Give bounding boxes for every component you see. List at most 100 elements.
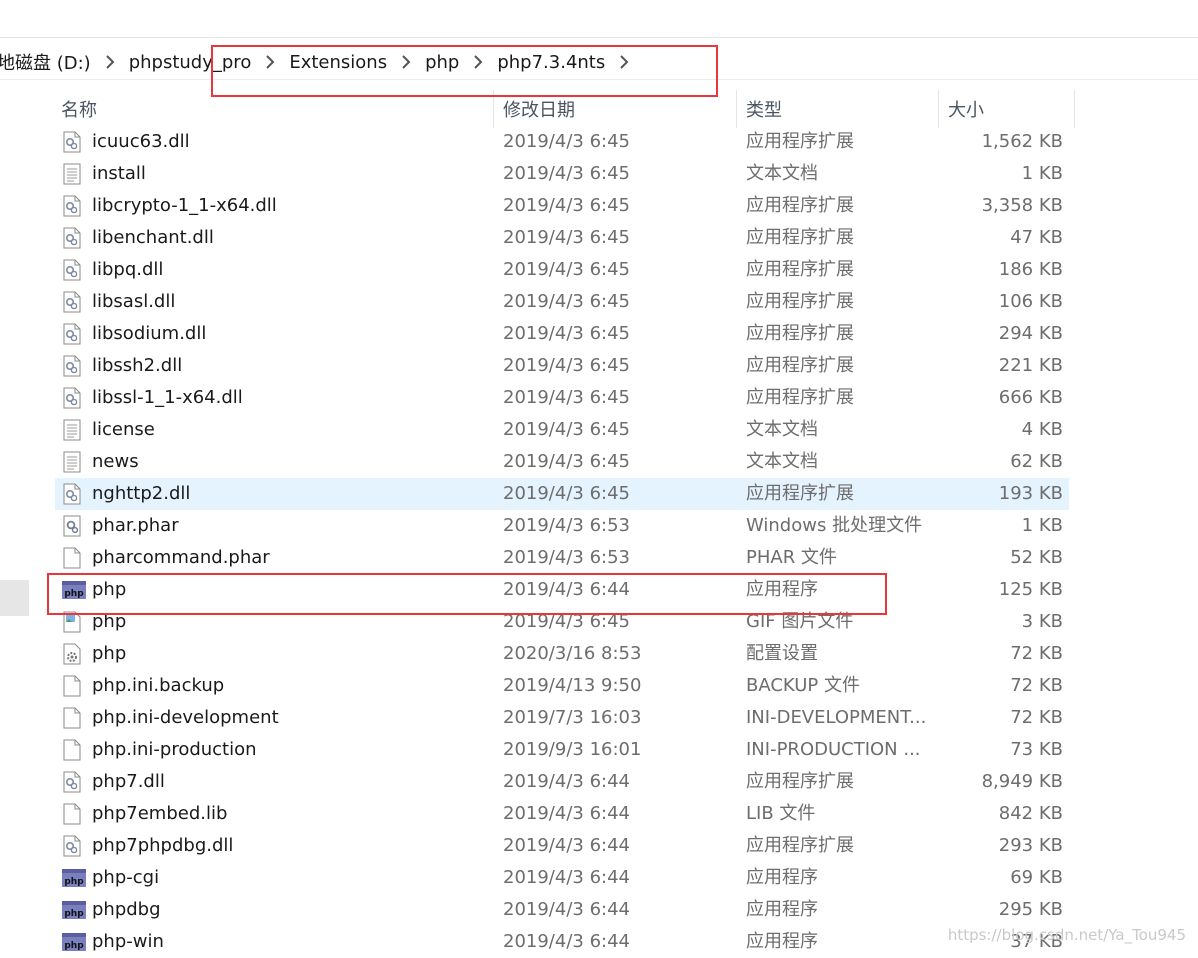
file-name: pharcommand.phar (92, 547, 270, 568)
file-type: 应用程序扩展 (746, 291, 854, 312)
php-exe-icon: php (62, 899, 86, 921)
file-row[interactable]: php php-win 2019/4/3 6:44 应用程序 37 KB (55, 926, 1069, 958)
file-modified-date: 2019/4/3 6:45 (503, 419, 630, 440)
file-size: 125 KB (998, 579, 1063, 600)
blank-file-icon (62, 675, 82, 697)
file-name: php7phpdbg.dll (92, 835, 234, 856)
file-modified-date: 2019/4/3 6:44 (503, 835, 630, 856)
file-row[interactable]: libssh2.dll 2019/4/3 6:45 应用程序扩展 221 KB (55, 350, 1069, 382)
file-type: 应用程序扩展 (746, 323, 854, 344)
file-type: 配置设置 (746, 643, 818, 664)
file-name: php-cgi (92, 867, 160, 888)
file-type: 应用程序扩展 (746, 259, 854, 280)
file-name: php.ini-production (92, 739, 257, 760)
breadcrumb-item[interactable]: 地磁盘 (D:) (0, 49, 94, 75)
file-row[interactable]: libsodium.dll 2019/4/3 6:45 应用程序扩展 294 KB (55, 318, 1069, 350)
text-file-icon (62, 451, 82, 473)
file-modified-date: 2019/4/3 6:44 (503, 867, 630, 888)
file-size: 295 KB (998, 899, 1063, 920)
navigation-pane-highlight[interactable] (0, 580, 29, 616)
file-type: 应用程序 (746, 931, 818, 952)
file-row[interactable]: php7.dll 2019/4/3 6:44 应用程序扩展 8,949 KB (55, 766, 1069, 798)
file-size: 1 KB (1021, 163, 1063, 184)
file-row[interactable]: php7phpdbg.dll 2019/4/3 6:44 应用程序扩展 293 KB (55, 830, 1069, 862)
column-header-size[interactable]: 大小 (948, 90, 984, 128)
svg-text:php: php (64, 909, 84, 919)
file-size: 47 KB (1010, 227, 1063, 248)
file-row[interactable]: php.ini.backup 2019/4/13 9:50 BACKUP 文件 72 … (55, 670, 1069, 702)
file-name: php.ini.backup (92, 675, 225, 696)
file-row[interactable]: php.ini-production 2019/9/3 16:01 INI-PROD… (55, 734, 1069, 766)
file-name: php-win (92, 931, 164, 952)
file-size: 73 KB (1010, 739, 1063, 760)
file-size: 69 KB (1010, 867, 1063, 888)
file-modified-date: 2019/4/3 6:45 (503, 355, 630, 376)
file-type: INI-PRODUCTION ... (746, 739, 921, 760)
file-size: 293 KB (998, 835, 1063, 856)
file-modified-date: 2019/4/3 6:44 (503, 931, 630, 952)
file-row[interactable]: php php-cgi 2019/4/3 6:44 应用程序 69 KB (55, 862, 1069, 894)
file-row[interactable]: license 2019/4/3 6:45 文本文档 4 KB (55, 414, 1069, 446)
file-size: 3 KB (1021, 611, 1063, 632)
file-row[interactable]: phar.phar 2019/4/3 6:53 Windows 批处理文件 1 KB (55, 510, 1069, 542)
file-type: 应用程序扩展 (746, 483, 854, 504)
file-row[interactable]: icuuc63.dll 2019/4/3 6:45 应用程序扩展 1,562 KB (55, 126, 1069, 158)
file-type: 应用程序扩展 (746, 227, 854, 248)
file-row[interactable]: libsasl.dll 2019/4/3 6:45 应用程序扩展 106 KB (55, 286, 1069, 318)
file-name: libsasl.dll (92, 291, 176, 312)
file-row[interactable]: pharcommand.phar 2019/4/3 6:53 PHAR 文件 52 K… (55, 542, 1069, 574)
file-name: php (92, 643, 127, 664)
dll-icon (62, 131, 82, 153)
file-type: 应用程序扩展 (746, 131, 854, 152)
file-modified-date: 2019/4/3 6:45 (503, 163, 630, 184)
file-modified-date: 2019/4/3 6:53 (503, 515, 630, 536)
file-row[interactable]: php.ini-development 2019/7/3 16:03 INI-DEV… (55, 702, 1069, 734)
file-type: 应用程序扩展 (746, 355, 854, 376)
file-row[interactable]: php phpdbg 2019/4/3 6:44 应用程序 295 KB (55, 894, 1069, 926)
file-name: libenchant.dll (92, 227, 214, 248)
dll-icon (62, 195, 82, 217)
file-size: 4 KB (1021, 419, 1063, 440)
file-row[interactable]: libenchant.dll 2019/4/3 6:45 应用程序扩展 47 KB (55, 222, 1069, 254)
file-name: libsodium.dll (92, 323, 207, 344)
text-file-icon (62, 163, 82, 185)
file-row[interactable]: libssl-1_1-x64.dll 2019/4/3 6:45 应用程序扩展 666… (55, 382, 1069, 414)
file-size: 8,949 KB (981, 771, 1063, 792)
file-row[interactable]: php7embed.lib 2019/4/3 6:44 LIB 文件 842 KB (55, 798, 1069, 830)
file-row[interactable]: libpq.dll 2019/4/3 6:45 应用程序扩展 186 KB (55, 254, 1069, 286)
file-row[interactable]: nghttp2.dll 2019/4/3 6:45 应用程序扩展 193 KB (55, 478, 1069, 510)
column-header-name[interactable]: 名称 (61, 90, 97, 128)
column-divider[interactable] (736, 90, 737, 128)
column-divider[interactable] (938, 90, 939, 128)
file-modified-date: 2019/4/3 6:44 (503, 803, 630, 824)
batch-file-icon (62, 515, 82, 537)
file-type: PHAR 文件 (746, 547, 837, 568)
blank-file-icon (62, 547, 82, 569)
file-size: 52 KB (1010, 547, 1063, 568)
dll-icon (62, 259, 82, 281)
chevron-right-icon[interactable] (100, 45, 120, 79)
file-type: INI-DEVELOPMENT... (746, 707, 927, 728)
file-size: 72 KB (1010, 643, 1063, 664)
blank-file-icon (62, 707, 82, 729)
dll-icon (62, 323, 82, 345)
file-modified-date: 2019/7/3 16:03 (503, 707, 642, 728)
file-type: 应用程序扩展 (746, 771, 854, 792)
file-row[interactable]: libcrypto-1_1-x64.dll 2019/4/3 6:45 应用程序扩展… (55, 190, 1069, 222)
file-row[interactable]: install 2019/4/3 6:45 文本文档 1 KB (55, 158, 1069, 190)
file-row[interactable]: php 2020/3/16 8:53 配置设置 72 KB (55, 638, 1069, 670)
file-size: 72 KB (1010, 675, 1063, 696)
file-modified-date: 2019/4/3 6:45 (503, 259, 630, 280)
annotation-highlight-path (211, 45, 718, 97)
column-header-type[interactable]: 类型 (746, 90, 782, 128)
file-size: 193 KB (998, 483, 1063, 504)
file-modified-date: 2019/4/3 6:45 (503, 131, 630, 152)
file-row[interactable]: news 2019/4/3 6:45 文本文档 62 KB (55, 446, 1069, 478)
annotation-highlight-php-exe (47, 573, 887, 615)
file-type: LIB 文件 (746, 803, 816, 824)
file-type: 应用程序 (746, 867, 818, 888)
column-divider[interactable] (1074, 90, 1075, 128)
file-size: 62 KB (1010, 451, 1063, 472)
file-name: phpdbg (92, 899, 161, 920)
file-modified-date: 2019/4/3 6:44 (503, 771, 630, 792)
